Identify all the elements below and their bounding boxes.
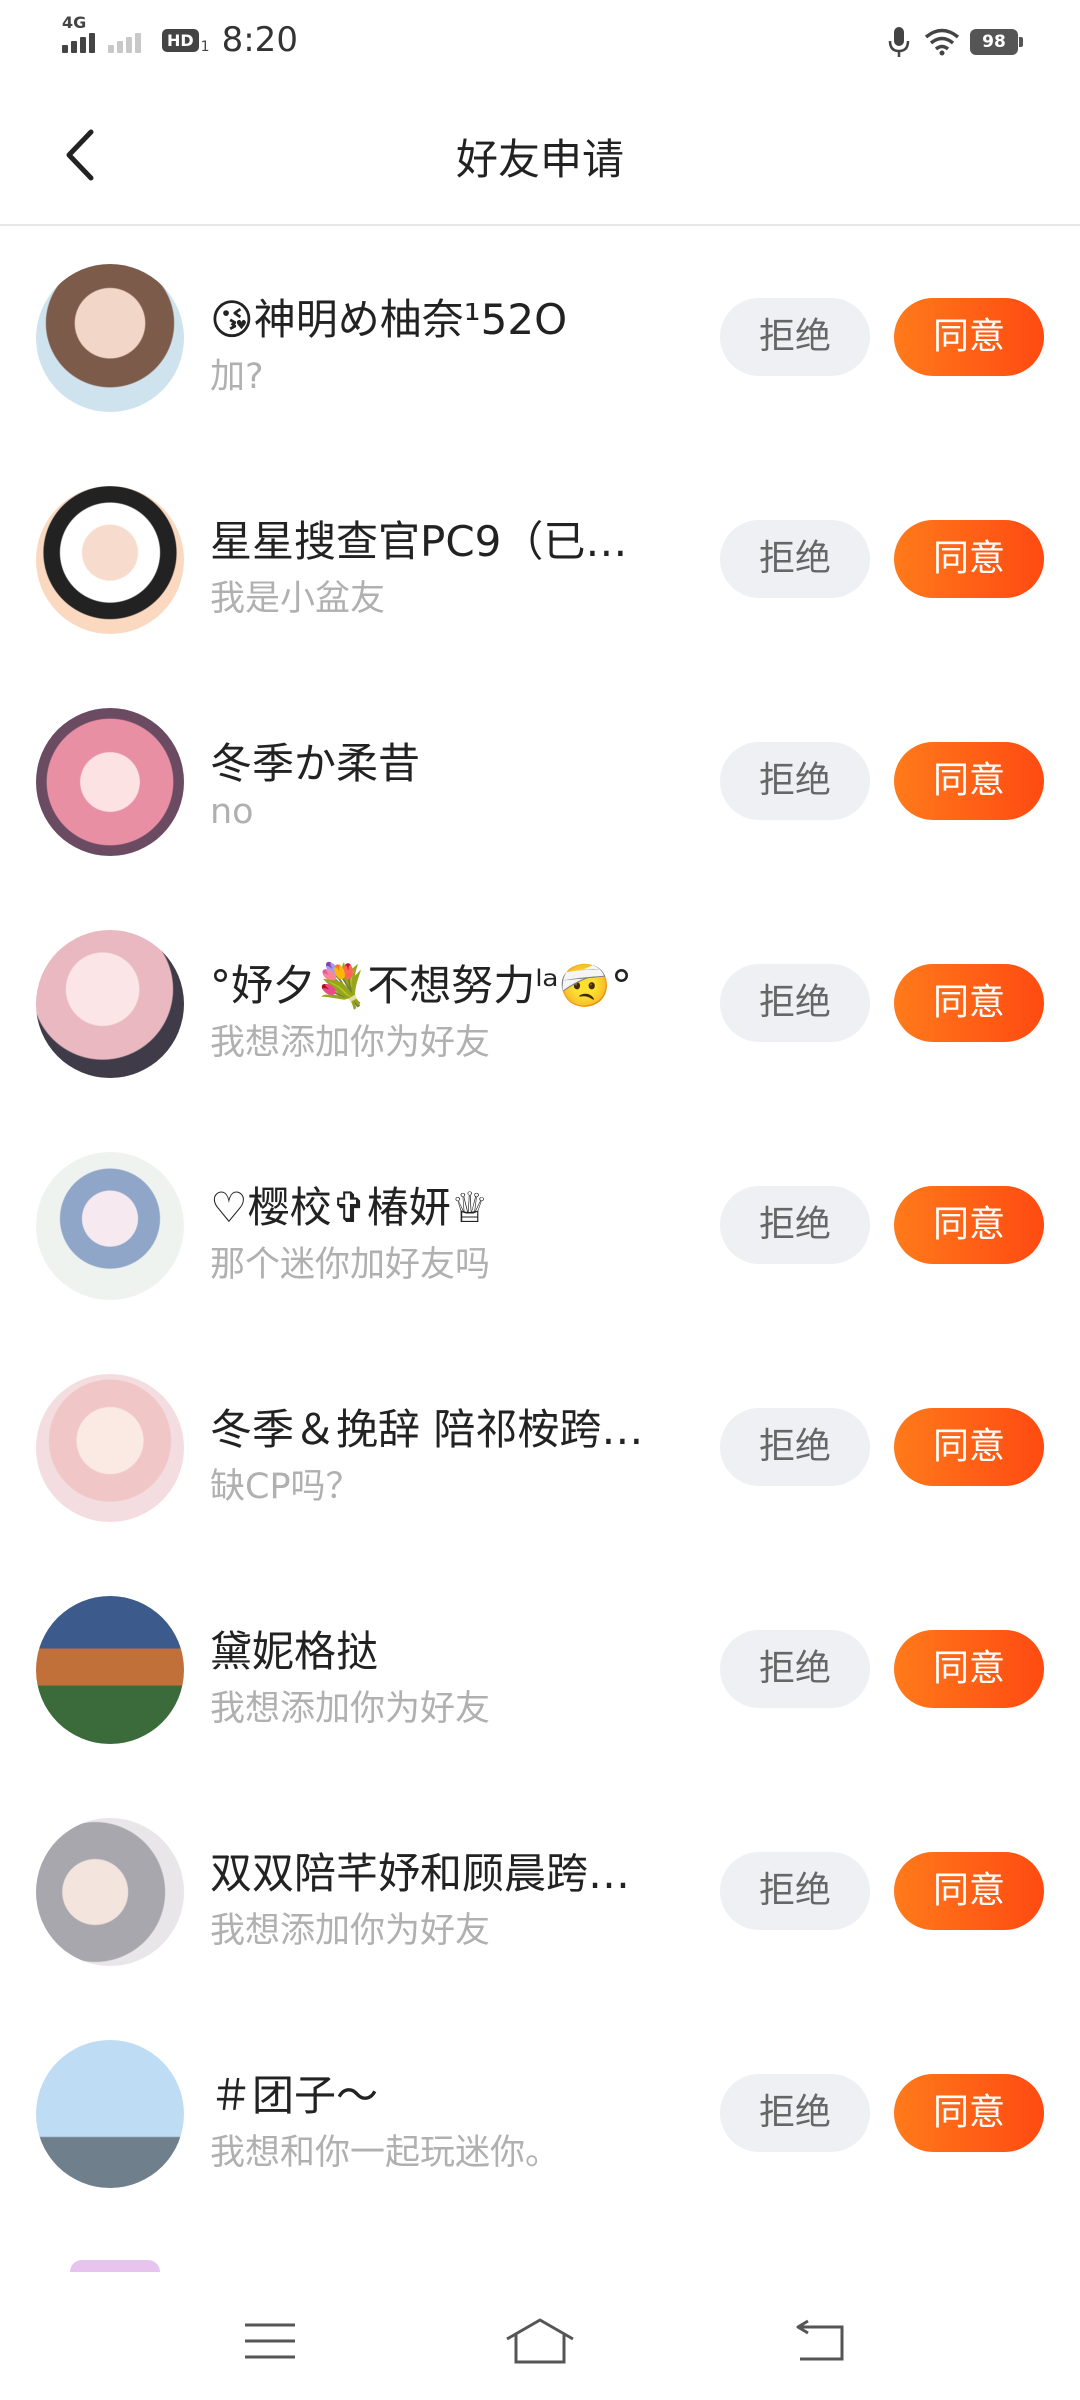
request-message: 加?: [210, 357, 264, 397]
back-icon: [796, 2319, 844, 2361]
reject-button[interactable]: 拒绝: [720, 1186, 870, 1264]
avatar[interactable]: [36, 1374, 184, 1522]
accept-button[interactable]: 同意: [894, 1630, 1044, 1708]
request-name: 😘神明め柚奈¹52O: [210, 295, 568, 344]
reject-button[interactable]: 拒绝: [720, 1630, 870, 1708]
request-message: 我想和你一起玩迷你。: [210, 2133, 561, 2173]
reject-button[interactable]: 拒绝: [720, 742, 870, 820]
request-name: ♡樱校✞椿妍♕: [210, 1183, 489, 1232]
avatar[interactable]: [36, 1818, 184, 1966]
reject-button[interactable]: 拒绝: [720, 520, 870, 598]
signal-icon: 4G: [62, 13, 98, 53]
menu-button[interactable]: [220, 2306, 320, 2376]
clock: 8:20: [221, 20, 298, 60]
accept-button[interactable]: 同意: [894, 298, 1044, 376]
request-name: 双双陪芊妤和顾晨跨…: [210, 1849, 631, 1898]
page-title: 好友申请: [455, 135, 624, 184]
request-row: 黛妮格挞 我想添加你为好友 拒绝 同意: [0, 1558, 1080, 1780]
request-name: 星星搜查官PC9（已…: [210, 517, 628, 566]
request-message: 我想添加你为好友: [210, 1023, 491, 1063]
navigation-bar: [0, 2276, 1080, 2400]
request-message: 那个迷你加好友吗: [210, 1245, 491, 1285]
home-icon: [506, 2318, 574, 2364]
status-left: 4G HD 1 8:20: [62, 13, 298, 62]
accept-button[interactable]: 同意: [894, 2074, 1044, 2152]
request-row: °妤夕💐不想努力ˡᵃ🤕° 我想添加你为好友 拒绝 同意: [0, 892, 1080, 1114]
accept-button[interactable]: 同意: [894, 1852, 1044, 1930]
avatar[interactable]: [36, 708, 184, 856]
mic-icon: [888, 26, 910, 58]
reject-button[interactable]: 拒绝: [720, 2074, 870, 2152]
avatar[interactable]: [36, 2040, 184, 2188]
request-row: 星星搜查官PC9（已… 我是小盆友 拒绝 同意: [0, 448, 1080, 670]
avatar[interactable]: [36, 1152, 184, 1300]
request-message: 我是小盆友: [210, 579, 386, 619]
request-message: 我想添加你为好友: [210, 1689, 491, 1729]
avatar[interactable]: [36, 930, 184, 1078]
accept-button[interactable]: 同意: [894, 1186, 1044, 1264]
request-row: 双双陪芊妤和顾晨跨… 我想添加你为好友 拒绝 同意: [0, 1780, 1080, 2002]
avatar[interactable]: [36, 264, 184, 412]
next-avatar-peek: [70, 2260, 160, 2272]
request-row: 😘神明め柚奈¹52O 加? 拒绝 同意: [0, 226, 1080, 448]
reject-button[interactable]: 拒绝: [720, 298, 870, 376]
request-name: 冬季＆挽辞 陪祁桉跨…: [210, 1405, 644, 1454]
status-right: 98: [888, 20, 1023, 64]
network-type: 4G: [62, 13, 87, 32]
reject-button[interactable]: 拒绝: [720, 1408, 870, 1486]
reject-button[interactable]: 拒绝: [720, 964, 870, 1042]
request-name: °妤夕💐不想努力ˡᵃ🤕°: [210, 961, 633, 1010]
avatar[interactable]: [36, 1596, 184, 1744]
menu-icon: [245, 2323, 295, 2359]
header: 好友申请: [0, 80, 1080, 226]
request-row: ＃团子～ 我想和你一起玩迷你。 拒绝 同意: [0, 2002, 1080, 2224]
home-button[interactable]: [490, 2306, 590, 2376]
request-message: 缺CP吗？: [210, 1467, 361, 1507]
wifi-icon: [924, 28, 960, 56]
hd-sub: 1: [200, 39, 210, 55]
back-nav-button[interactable]: [770, 2306, 870, 2376]
accept-button[interactable]: 同意: [894, 964, 1044, 1042]
avatar[interactable]: [36, 486, 184, 634]
battery-icon: 98: [970, 29, 1023, 55]
request-name: 冬季か柔昔: [210, 739, 421, 788]
accept-button[interactable]: 同意: [894, 742, 1044, 820]
request-row: 冬季か柔昔 no 拒绝 同意: [0, 670, 1080, 892]
request-message: 我想添加你为好友: [210, 1911, 491, 1951]
accept-button[interactable]: 同意: [894, 520, 1044, 598]
request-row: 冬季＆挽辞 陪祁桉跨… 缺CP吗？ 拒绝 同意: [0, 1336, 1080, 1558]
hd-icon: HD: [162, 28, 199, 52]
request-message: no: [210, 792, 254, 832]
status-bar: 4G HD 1 8:20 98: [0, 0, 1080, 80]
request-name: 黛妮格挞: [210, 1627, 379, 1676]
accept-button[interactable]: 同意: [894, 1408, 1044, 1486]
request-row: ♡樱校✞椿妍♕ 那个迷你加好友吗 拒绝 同意: [0, 1114, 1080, 1336]
reject-button[interactable]: 拒绝: [720, 1852, 870, 1930]
signal-2-icon: [108, 27, 144, 53]
request-name: ＃团子～: [210, 2071, 379, 2120]
